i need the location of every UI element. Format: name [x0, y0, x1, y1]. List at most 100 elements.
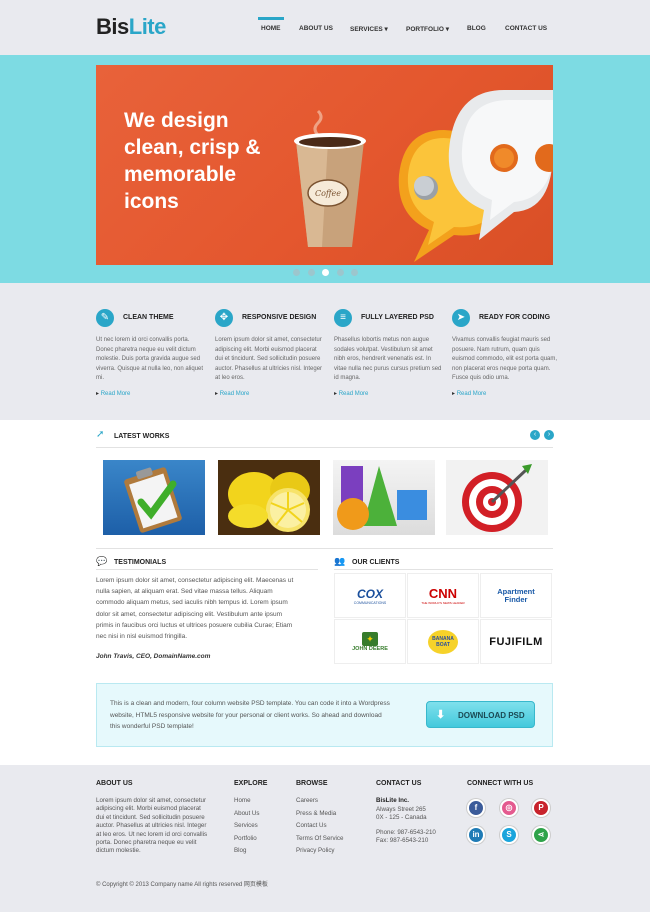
phone: Phone: 987-6543-210 — [376, 828, 436, 836]
footer-link-privacy[interactable]: Privacy Policy — [296, 847, 343, 860]
hero-slide[interactable]: We design clean, crisp & memorable icons… — [96, 65, 553, 265]
nav-services[interactable]: SERVICES ▾ — [350, 25, 388, 33]
clients-title: OUR CLIENTS — [352, 559, 400, 566]
pencil-icon: ✎ — [96, 309, 114, 327]
client-name: Apartment Finder — [497, 586, 535, 604]
work-item-shapes[interactable] — [333, 460, 435, 535]
client-logo-banana-boat[interactable]: BANANA BOAT — [407, 619, 479, 664]
site-footer: ABOUT US Lorem ipsum dolor sit amet, con… — [0, 765, 650, 912]
nav-blog[interactable]: BLOG — [467, 25, 486, 32]
client-name: BANANA BOAT — [428, 629, 458, 654]
divider — [96, 447, 553, 448]
client-name: COX — [356, 586, 383, 601]
logo-light: Lite — [128, 14, 167, 39]
footer-link-terms[interactable]: Terms Of Service — [296, 835, 343, 848]
footer-contact-info: BisLite Inc. Always Street 265 0X - 125 … — [376, 797, 436, 846]
work-item-target[interactable] — [446, 460, 548, 535]
cup-label: Coffee — [315, 189, 341, 198]
footer-contact-title: CONTACT US — [376, 780, 422, 787]
nav-contact[interactable]: CONTACT US — [505, 25, 547, 32]
client-sub: THE WORLD'S NEWS LEADER — [421, 601, 465, 605]
nav-home[interactable]: HOME — [258, 17, 283, 32]
site-header: BisLite HOME ABOUT US SERVICES ▾ PORTFOL… — [0, 0, 650, 55]
footer-link-blog[interactable]: Blog — [234, 847, 259, 860]
feature-title: READY FOR CODING — [479, 314, 551, 321]
cursor-icon: ➤ — [452, 309, 470, 327]
download-cta: This is a clean and modern, four column … — [96, 683, 553, 747]
cursor-icon: ➚ — [96, 429, 105, 440]
testimonial-author: John Travis, CEO, DomainName.com — [96, 653, 211, 660]
testimonial-text: Lorem ipsum dolor sit amet, consectetur … — [96, 577, 294, 641]
works-prev-button[interactable]: ‹ — [530, 430, 540, 440]
skype-icon[interactable]: S — [500, 826, 518, 844]
main-content: ➚ LATEST WORKS ‹ › 💬 TESTIMONIALS Lorem … — [0, 420, 650, 765]
work-item-clipboard[interactable] — [103, 460, 205, 535]
address-line: 0X - 125 - Canada — [376, 814, 427, 822]
coffee-cup-image: Coffee — [294, 109, 366, 247]
download-psd-button[interactable]: ⬇ DOWNLOAD PSD — [426, 701, 535, 728]
footer-link-contact[interactable]: Contact Us — [296, 822, 343, 835]
client-logo-john-deere[interactable]: ✦ JOHN DEERE — [334, 619, 406, 664]
footer-link-careers[interactable]: Careers — [296, 797, 343, 810]
work-item-lemons[interactable] — [218, 460, 320, 535]
slider-dot-3[interactable] — [322, 269, 329, 276]
feature-body: Lorem ipsum dolor sit amet, consectetur … — [215, 337, 323, 381]
client-name: FUJIFILM — [489, 635, 543, 648]
target-image — [462, 464, 532, 532]
read-more-link[interactable]: Read More — [215, 390, 250, 397]
footer-about-title: ABOUT US — [96, 780, 133, 787]
client-logo-apartment-finder[interactable]: Apartment Finder — [480, 573, 552, 618]
hero-banner: We design clean, crisp & memorable icons… — [0, 55, 650, 283]
logo[interactable]: BisLite — [96, 14, 166, 40]
client-logo-cox[interactable]: COX COMMUNICATIONS — [334, 573, 406, 618]
download-button-label: DOWNLOAD PSD — [458, 711, 525, 720]
feature-title: CLEAN THEME — [123, 314, 174, 321]
read-more-link[interactable]: Read More — [334, 390, 369, 397]
shapes-image — [337, 466, 427, 530]
clipboard-check-icon — [124, 467, 182, 533]
feature-body: Phasellus lobortis metus non augue sodal… — [334, 337, 442, 381]
copyright-text: © Copyright © 2013 Company name All righ… — [96, 882, 268, 888]
cta-text: This is a clean and modern, four column … — [110, 700, 390, 730]
deer-icon: ✦ — [362, 631, 378, 646]
address-line: Always Street 265 — [376, 806, 426, 813]
footer-about-text: Lorem ipsum dolor sit amet, consectetur … — [96, 797, 208, 855]
pinterest-icon[interactable]: P — [532, 799, 550, 817]
share-icon[interactable]: ⋖ — [532, 826, 550, 844]
divider — [334, 569, 553, 570]
company-name: BisLite Inc. — [376, 797, 410, 804]
client-logo-fujifilm[interactable]: FUJIFILM — [480, 619, 552, 664]
slider-dot-4[interactable] — [337, 269, 344, 276]
slider-dot-5[interactable] — [351, 269, 358, 276]
footer-link-home[interactable]: Home — [234, 797, 259, 810]
client-name: CNN — [428, 586, 458, 601]
feature-title: FULLY LAYERED PSD — [361, 314, 434, 321]
nav-about[interactable]: ABOUT US — [299, 25, 333, 32]
dribbble-icon[interactable]: ◎ — [500, 799, 518, 817]
read-more-link[interactable]: Read More — [96, 390, 131, 397]
latest-works-title: LATEST WORKS — [114, 433, 170, 440]
divider — [96, 548, 553, 549]
footer-browse-title: BROWSE — [296, 780, 328, 787]
linkedin-icon[interactable]: in — [467, 826, 485, 844]
layers-icon: ≡ — [334, 309, 352, 327]
footer-link-press[interactable]: Press & Media — [296, 810, 343, 823]
nav-portfolio[interactable]: PORTFOLIO ▾ — [406, 25, 449, 33]
footer-connect-title: CONNECT WITH US — [467, 780, 534, 787]
read-more-link[interactable]: Read More — [452, 390, 487, 397]
footer-browse-list: Careers Press & Media Contact Us Terms O… — [296, 797, 343, 860]
features-section: ✎ CLEAN THEME Ut nec lorem id orci conva… — [0, 283, 650, 420]
footer-link-portfolio[interactable]: Portfolio — [234, 835, 259, 848]
footer-link-about[interactable]: About Us — [234, 810, 259, 823]
client-name: JOHN DEERE — [352, 645, 388, 652]
footer-link-services[interactable]: Services — [234, 822, 259, 835]
users-icon: 👥 — [334, 556, 346, 566]
works-next-button[interactable]: › — [544, 430, 554, 440]
client-logo-cnn[interactable]: CNN THE WORLD'S NEWS LEADER — [407, 573, 479, 618]
slider-dot-2[interactable] — [308, 269, 315, 276]
speech-bubble-icon: 💬 — [96, 556, 108, 566]
download-icon: ⬇ — [436, 709, 446, 721]
fax: Fax: 987-6543-210 — [376, 837, 429, 845]
slider-dot-1[interactable] — [293, 269, 300, 276]
facebook-icon[interactable]: f — [467, 799, 485, 817]
